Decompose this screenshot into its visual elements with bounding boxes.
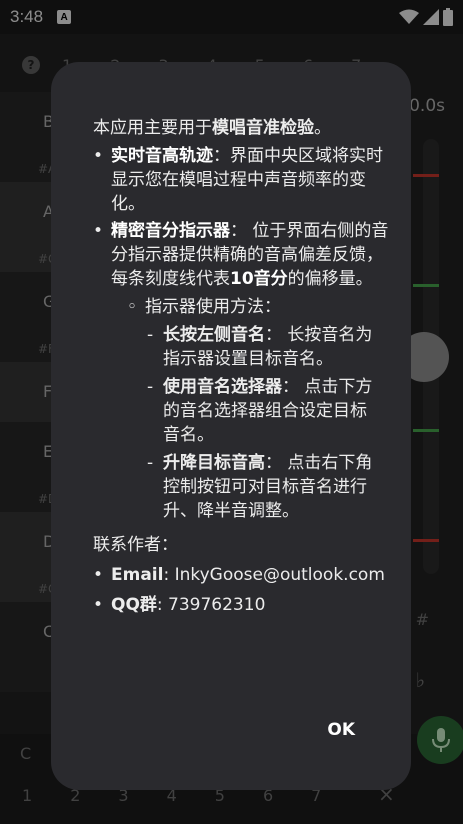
step-title: 升降目标音高 [163, 453, 265, 473]
feature-title: 实时音高轨迹 [111, 146, 213, 166]
intro-bold: 模唱音准检验 [212, 118, 314, 138]
usage-step-transpose: 升降目标音高： 点击右下角控制按钮可对目标音名进行升、降半音调整。 [93, 451, 389, 523]
usage-step-long-press: 长按左侧音名： 长按音名为指示器设置目标音名。 [93, 323, 389, 371]
intro-text: 本应用主要用于模唱音准检验。 [93, 116, 389, 140]
usage-title: 指示器使用方法： [93, 295, 389, 319]
contact-email: Email: InkyGoose@outlook.com [93, 563, 389, 587]
intro-prefix: 本应用主要用于 [93, 118, 212, 138]
feature-text: 的偏移量。 [287, 269, 373, 289]
feature-title: 精密音分指示器 [111, 221, 230, 241]
help-dialog: 本应用主要用于模唱音准检验。 实时音高轨迹：界面中央区域将实时显示您在模唱过程中… [51, 62, 411, 790]
ok-button[interactable]: OK [327, 718, 355, 742]
contact-title: 联系作者： [93, 535, 178, 555]
qq-value: : 739762310 [156, 595, 266, 615]
step-title: 长按左侧音名 [163, 325, 265, 345]
step-title: 使用音名选择器 [163, 377, 282, 397]
email-label: Email [111, 565, 164, 585]
email-value: : InkyGoose@outlook.com [163, 565, 385, 585]
feature-item-cents-meter: 精密音分指示器： 位于界面右侧的音分指示器提供精确的音高偏差反馈，每条刻度线代表… [93, 219, 389, 291]
feature-item-pitch-trace: 实时音高轨迹：界面中央区域将实时显示您在模唱过程中声音频率的变化。 [93, 144, 389, 216]
contact-qq: QQ群: 739762310 [93, 593, 389, 617]
usage-step-selector: 使用音名选择器： 点击下方的音名选择器组合设定目标音名。 [93, 375, 389, 447]
qq-label: QQ群 [111, 595, 157, 615]
feature-highlight: 10音分 [230, 269, 288, 289]
intro-suffix: 。 [314, 118, 331, 138]
